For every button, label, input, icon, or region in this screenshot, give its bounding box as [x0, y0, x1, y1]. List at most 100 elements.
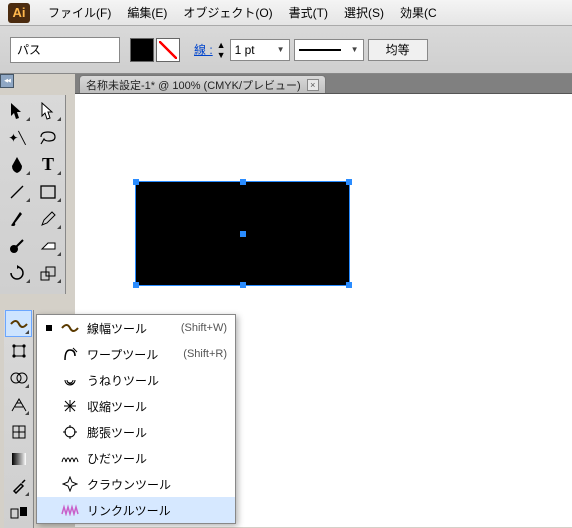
flyout-item-warp[interactable]: ワープツール (Shift+R)	[37, 341, 235, 367]
chevron-down-icon: ▼	[351, 45, 359, 54]
control-bar: パス 線 : ▲▼ 1 pt ▼ ▼ 均等	[0, 26, 572, 74]
flyout-label: 収縮ツール	[87, 398, 147, 415]
type-tool[interactable]: T	[33, 151, 64, 178]
document-tab[interactable]: 名称未設定-1* @ 100% (CMYK/プレビュー) ×	[79, 75, 326, 93]
menu-edit[interactable]: 編集(E)	[123, 2, 171, 23]
flyout-label: クラウンツール	[87, 476, 171, 493]
flyout-item-scallop[interactable]: ひだツール	[37, 445, 235, 471]
warp-tool-icon	[61, 345, 79, 363]
flyout-label: うねりツール	[87, 372, 159, 389]
pencil-tool[interactable]	[33, 205, 64, 232]
context-label-box: パス	[10, 37, 120, 63]
lasso-icon	[39, 129, 57, 147]
selection-tool[interactable]	[2, 97, 33, 124]
fill-swatches	[130, 38, 180, 62]
brush-icon	[8, 210, 26, 228]
stroke-label[interactable]: 線 :	[194, 41, 213, 58]
scale-icon	[39, 264, 57, 282]
white-arrow-icon	[39, 102, 57, 120]
line-icon	[8, 183, 26, 201]
pen-tool[interactable]	[2, 151, 33, 178]
menu-object[interactable]: オブジェクト(O)	[179, 2, 276, 23]
selected-rectangle[interactable]	[135, 181, 350, 286]
magic-wand-tool[interactable]: ✦╲	[2, 124, 33, 151]
flyout-label: リンクルツール	[87, 502, 171, 519]
line-tool[interactable]	[2, 178, 33, 205]
menu-select[interactable]: 選択(S)	[340, 2, 388, 23]
chevron-down-icon: ▼	[277, 45, 285, 54]
lasso-tool[interactable]	[33, 124, 64, 151]
blend-icon	[10, 504, 28, 522]
tool-panel: ✦╲ T	[0, 95, 66, 294]
free-transform-icon	[10, 342, 28, 360]
direct-selection-tool[interactable]	[33, 97, 64, 124]
bloat-tool-icon	[61, 423, 79, 441]
shape-builder-tool[interactable]	[5, 364, 32, 391]
fill-none-swatch[interactable]	[156, 38, 180, 62]
rectangle-icon	[39, 183, 57, 201]
stroke-profile-dropdown[interactable]: 均等	[368, 39, 428, 61]
selection-handle[interactable]	[346, 282, 352, 288]
menubar: Ai ファイル(F) 編集(E) オブジェクト(O) 書式(T) 選択(S) 効…	[0, 0, 572, 26]
pucker-tool-icon	[61, 397, 79, 415]
wand-icon: ✦╲	[8, 129, 26, 147]
arrow-cursor-icon	[8, 102, 26, 120]
flyout-shortcut: (Shift+W)	[181, 322, 227, 334]
stroke-profile-label: 均等	[386, 41, 410, 58]
flyout-item-twirl[interactable]: うねりツール	[37, 367, 235, 393]
selection-handle[interactable]	[133, 179, 139, 185]
selection-handle[interactable]	[133, 282, 139, 288]
eyedropper-tool[interactable]	[5, 472, 32, 499]
stroke-stepper-arrows[interactable]: ▲▼	[217, 40, 226, 60]
menu-file[interactable]: ファイル(F)	[44, 2, 115, 23]
gradient-icon	[10, 450, 28, 468]
scale-tool[interactable]	[33, 259, 64, 286]
document-tab-strip: 名称未設定-1* @ 100% (CMYK/プレビュー) ×	[75, 74, 572, 94]
twirl-tool-icon	[61, 371, 79, 389]
app-logo: Ai	[8, 3, 30, 23]
perspective-grid-tool[interactable]	[5, 391, 32, 418]
flyout-item-wrinkle[interactable]: リンクルツール	[37, 497, 235, 523]
rotate-tool[interactable]	[2, 259, 33, 286]
flyout-label: 線幅ツール	[87, 320, 147, 337]
blend-tool[interactable]	[5, 499, 32, 526]
flyout-item-pucker[interactable]: 収縮ツール	[37, 393, 235, 419]
stroke-style-preview	[299, 49, 341, 51]
scallop-tool-icon	[61, 449, 79, 467]
flyout-label: ひだツール	[87, 450, 147, 467]
panel-collapse-toggle[interactable]	[0, 74, 14, 88]
blob-brush-icon	[8, 237, 26, 255]
stroke-weight-input[interactable]: 1 pt ▼	[230, 39, 290, 61]
width-tool-flyout: 線幅ツール (Shift+W) ワープツール (Shift+R) うねりツール …	[36, 314, 236, 524]
gradient-tool[interactable]	[5, 445, 32, 472]
fill-swatch[interactable]	[130, 38, 154, 62]
width-tool[interactable]	[5, 310, 32, 337]
pen-icon	[8, 156, 26, 174]
eraser-tool[interactable]	[33, 232, 64, 259]
close-tab-button[interactable]: ×	[307, 79, 319, 91]
blob-brush-tool[interactable]	[2, 232, 33, 259]
stroke-style-dropdown[interactable]: ▼	[294, 39, 364, 61]
flyout-item-bloat[interactable]: 膨張ツール	[37, 419, 235, 445]
document-tab-title: 名称未設定-1* @ 100% (CMYK/プレビュー)	[86, 77, 301, 93]
menu-type[interactable]: 書式(T)	[285, 2, 332, 23]
current-marker	[45, 325, 53, 331]
flyout-shortcut: (Shift+R)	[183, 348, 227, 360]
wrinkle-tool-icon	[61, 501, 79, 519]
mesh-icon	[10, 423, 28, 441]
selection-handle[interactable]	[240, 282, 246, 288]
flyout-item-width[interactable]: 線幅ツール (Shift+W)	[37, 315, 235, 341]
flyout-label: ワープツール	[87, 346, 158, 363]
rectangle-tool[interactable]	[33, 178, 64, 205]
selection-handle[interactable]	[240, 179, 246, 185]
free-transform-tool[interactable]	[5, 337, 32, 364]
width-tool-icon	[61, 319, 79, 337]
tool-panel-narrow	[4, 310, 34, 528]
flyout-item-crystallize[interactable]: クラウンツール	[37, 471, 235, 497]
paintbrush-tool[interactable]	[2, 205, 33, 232]
type-icon: T	[39, 156, 57, 174]
mesh-tool[interactable]	[5, 418, 32, 445]
selection-center	[240, 231, 246, 237]
selection-handle[interactable]	[346, 179, 352, 185]
menu-effect[interactable]: 効果(C	[396, 2, 441, 23]
